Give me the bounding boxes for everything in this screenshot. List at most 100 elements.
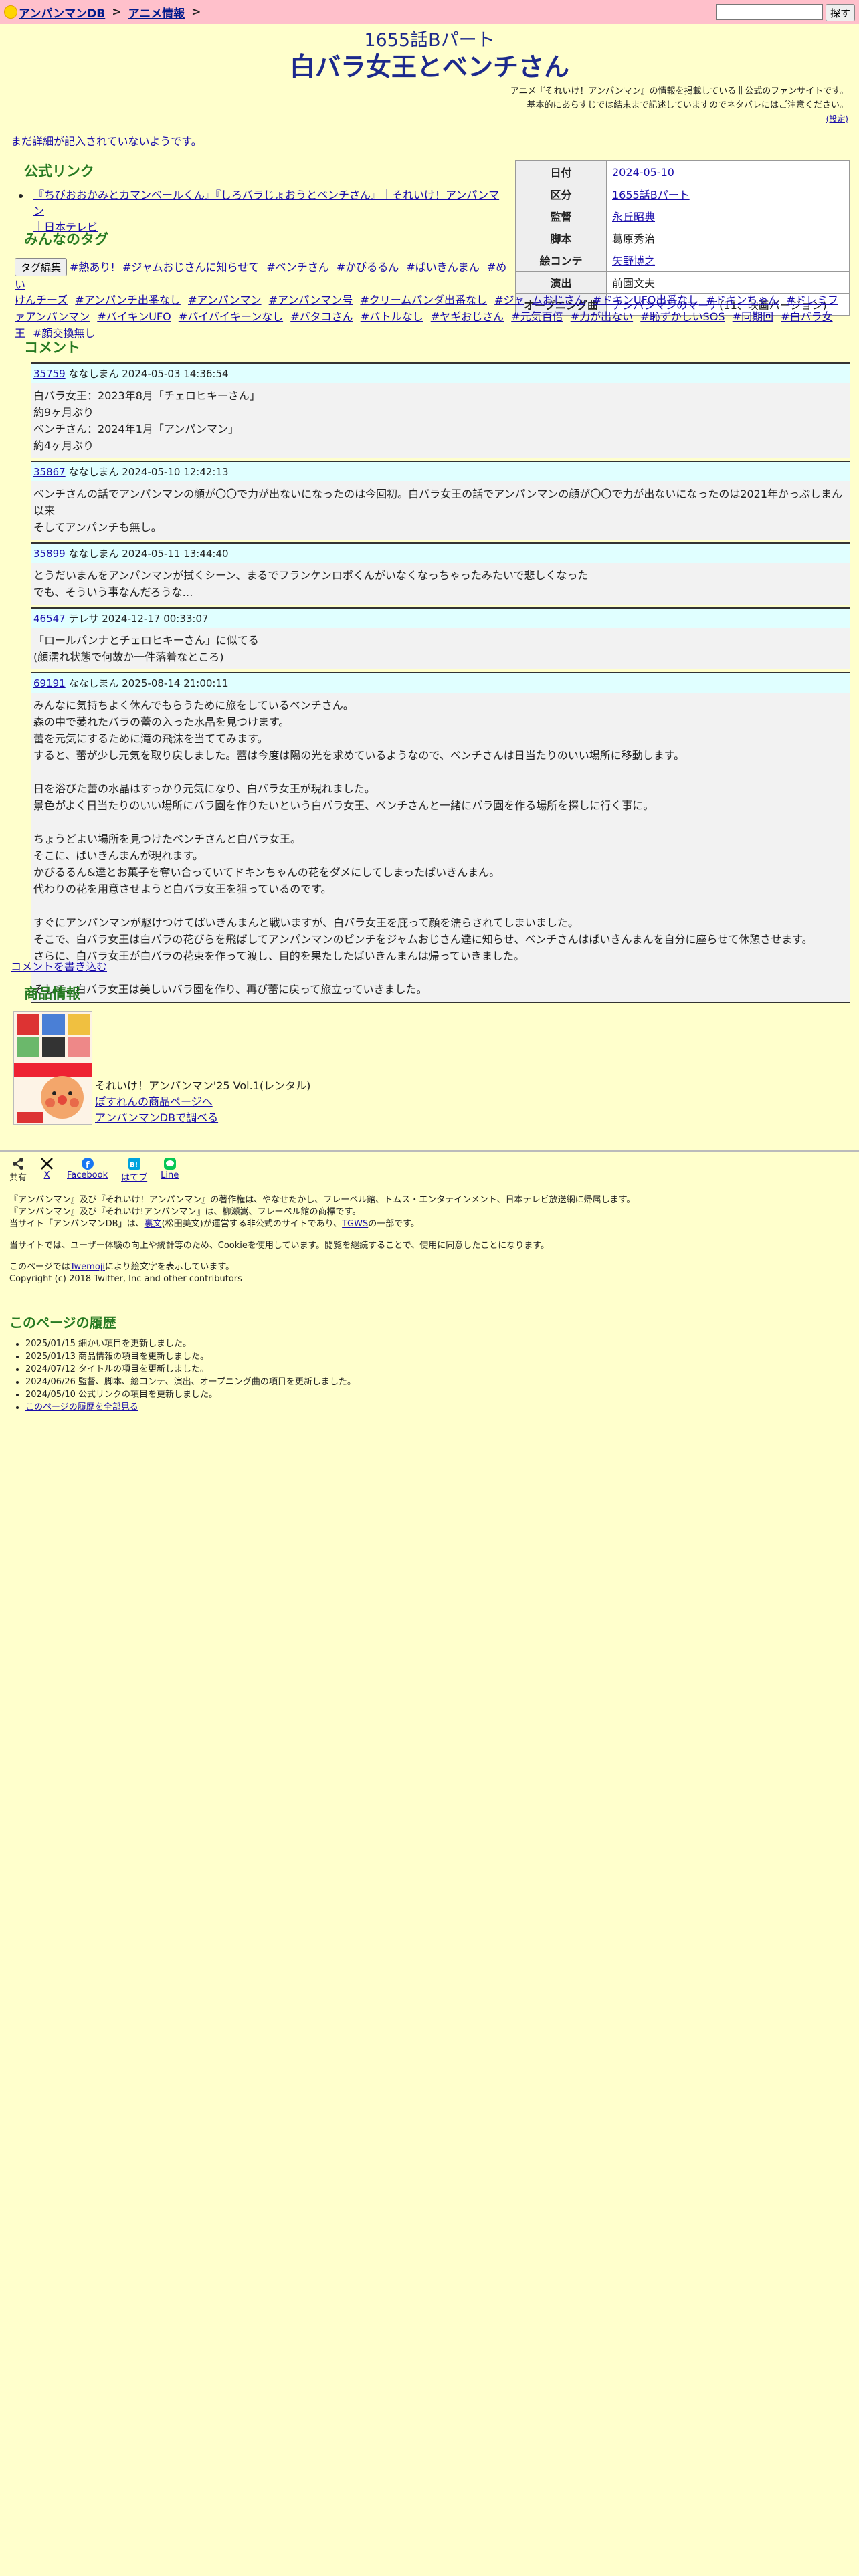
tag-link[interactable]: #ジャムおじさんに知らせて	[122, 261, 259, 274]
footer-trademark: 『アンパンマン』及び『それいけ!アンパンマン』は、柳瀬嵩、フレーベル館の商標です…	[9, 1207, 361, 1217]
comment-item: 69191 ななしまん 2025-08-14 21:00:11 みんなに気持ちよく…	[31, 672, 850, 1003]
hatena-icon: B!	[128, 1158, 140, 1170]
write-comment-link[interactable]: コメントを書き込む	[11, 958, 107, 974]
tag-link[interactable]: #ベンチさん	[266, 261, 328, 274]
share-x-link[interactable]: X	[44, 1170, 50, 1180]
share-icon	[13, 1158, 23, 1170]
tag-link[interactable]: #アンパンチ出番なし	[75, 294, 181, 306]
search-button[interactable]: 探す	[825, 4, 855, 21]
tag-link[interactable]: #恥ずかしいSOS	[640, 310, 725, 323]
comment-id-link[interactable]: 46547	[33, 613, 66, 625]
info-value: 永丘昭典	[606, 205, 850, 227]
tag-link[interactable]: #バトルなし	[361, 310, 423, 323]
info-key: 演出	[515, 271, 607, 294]
share-button[interactable]: 共有	[9, 1157, 27, 1183]
comment-meta: ななしまん 2025-08-14 21:00:11	[68, 677, 229, 689]
footer-twemoji-link[interactable]: Twemoji	[70, 1262, 105, 1272]
search-input[interactable]	[715, 4, 823, 20]
info-value-text: 葛原秀治	[612, 233, 656, 245]
tag-link[interactable]: #クリームパンダ出番なし	[360, 294, 487, 306]
product-name: それいけ！アンパンマン'25 Vol.1(レンタル)	[95, 1079, 311, 1092]
comment-meta: ななしまん 2024-05-10 12:42:13	[68, 466, 229, 478]
breadcrumb-home-link[interactable]: アンパンマンDB	[19, 4, 105, 21]
footer-cookie-notice: 当サイトでは、ユーザー体験の向上や統計等のため、Cookieを使用しています。閲…	[9, 1241, 549, 1251]
product-heading: 商品情報	[24, 986, 80, 1002]
info-value-link[interactable]: 永丘昭典	[612, 211, 655, 223]
episode-title: 白バラ女王とベンチさん	[289, 52, 569, 82]
tags-line-1: タグ編集 #熱あり! #ジャムおじさんに知らせて #ベンチさん #かびるるん #ば…	[15, 258, 510, 293]
tag-link[interactable]: #アンパンマン	[188, 294, 262, 306]
info-key: 日付	[515, 160, 607, 183]
info-value: 2024-05-10	[606, 160, 850, 183]
info-row: 絵コンテ 矢野博之	[515, 249, 850, 272]
tag-link[interactable]: #力が出ない	[571, 310, 633, 323]
notice-line-2: 基本的にあらすじでは結末まで記述していますのでネタバレにはご注意ください。	[527, 100, 848, 110]
unwritten-details-link[interactable]: まだ詳細が記入されていないようです。	[11, 132, 202, 148]
history-item: 2024/06/26 監督、脚本、絵コンテ、演出、オープニング曲の項目を更新しま…	[25, 1376, 356, 1388]
comment-id-link[interactable]: 69191	[33, 677, 66, 689]
tag-link[interactable]: #バイバイキーンなし	[179, 310, 283, 323]
comment-id-link[interactable]: 35867	[33, 466, 66, 478]
tag-link[interactable]: #ドキンUFO出番なし	[593, 294, 698, 306]
official-links-heading: 公式リンク	[24, 163, 94, 179]
share-x-button[interactable]: X	[40, 1157, 54, 1183]
product-store-link[interactable]: ぽすれんの商品ページへ	[95, 1095, 213, 1108]
product-text: それいけ！アンパンマン'25 Vol.1(レンタル) ぽすれんの商品ページへ ア…	[95, 1078, 310, 1126]
comment-meta: テレサ 2024-12-17 00:33:07	[68, 613, 209, 625]
share-hatena-button[interactable]: B! はてブ	[121, 1157, 147, 1183]
product-search-link[interactable]: アンパンマンDBで調べる	[95, 1111, 218, 1124]
info-row: 監督 永丘昭典	[515, 205, 850, 227]
history-item: 2024/07/12 タイトルの項目を更新しました。	[25, 1363, 356, 1376]
info-value-link[interactable]: 2024-05-10	[612, 166, 674, 179]
info-value: 葛原秀治	[606, 227, 850, 249]
share-facebook-button[interactable]: f Facebook	[67, 1157, 108, 1183]
info-row: 演出 前園文夫	[515, 271, 850, 294]
breadcrumb-anime-link[interactable]: アニメ情報	[128, 4, 185, 21]
tag-link[interactable]: #バイキンUFO	[97, 310, 171, 323]
comment-body: みんなに気持ちよく休んでもらうために旅をしているベンチさん。 森の中で萎れたバラ…	[31, 693, 850, 1002]
info-key: 脚本	[515, 227, 607, 249]
footer-site-text: 当サイト「アンパンマンDB」は、	[9, 1219, 145, 1229]
x-logo-icon	[41, 1158, 53, 1170]
breadcrumb-separator: >	[191, 5, 201, 19]
footer-tgws-link[interactable]: TGWS	[342, 1219, 368, 1229]
comment-id-link[interactable]: 35759	[33, 368, 66, 380]
share-line-link[interactable]: Line	[161, 1170, 179, 1180]
share-line-button[interactable]: Line	[161, 1157, 179, 1183]
tag-link[interactable]: #熱あり!	[70, 261, 115, 274]
info-key: 区分	[515, 183, 607, 205]
product-cover-image[interactable]	[13, 1011, 92, 1125]
footer-emoji-text: により絵文字を表示しています。	[105, 1262, 235, 1272]
history-item: 2025/01/13 商品情報の項目を更新しました。	[25, 1350, 356, 1363]
footer-copyright-1: 『アンパンマン』及び『それいけ！アンパンマン』の著作権は、やなせたかし、フレーベ…	[9, 1195, 636, 1205]
tag-link[interactable]: #ジャ	[494, 294, 524, 306]
info-value-link[interactable]: 矢野博之	[612, 255, 655, 267]
official-link[interactable]: 『ちびおおかみとカマンベールくん』『しろバラじょおうとベンチさん』｜それいけ！ア…	[33, 189, 499, 233]
share-hatena-link[interactable]: はてブ	[121, 1170, 147, 1183]
tag-link[interactable]: #バタコさん	[290, 310, 353, 323]
tag-link[interactable]: けんチーズ	[15, 294, 68, 306]
tag-link[interactable]: ムおじさん	[532, 294, 585, 306]
facebook-icon: f	[81, 1158, 94, 1170]
tag-link[interactable]: #ドキンちゃん	[706, 294, 779, 306]
tag-link[interactable]: #かびるるん	[337, 261, 399, 274]
info-row: 日付 2024-05-10	[515, 160, 850, 183]
tag-edit-button[interactable]: タグ編集	[15, 258, 68, 276]
tag-link[interactable]: #ヤギおじさん	[431, 310, 504, 323]
footer-emoji-text: このページでは	[9, 1262, 70, 1272]
breadcrumb-separator: >	[112, 5, 122, 19]
tag-link[interactable]: #ばいきんまん	[406, 261, 479, 274]
share-facebook-link[interactable]: Facebook	[67, 1170, 108, 1180]
footer-author-link[interactable]: 裏文	[145, 1219, 162, 1229]
comment-meta: ななしまん 2024-05-03 14:36:54	[68, 368, 229, 380]
share-bar: 共有 X f Facebook B! はてブ Line	[9, 1157, 179, 1183]
tag-link[interactable]: #同期回	[733, 310, 773, 323]
comment-id-link[interactable]: 35899	[33, 548, 66, 560]
comment-body: 白バラ女王：2023年8月「チェロヒキーさん」 約9ヶ月ぶり ベンチさん：202…	[31, 383, 850, 458]
history-all-link[interactable]: このページの履歴を全部見る	[25, 1402, 138, 1412]
divider	[0, 1150, 859, 1152]
settings-link[interactable]: (設定)	[826, 114, 848, 124]
tag-link[interactable]: #元気百倍	[511, 310, 563, 323]
info-value-link[interactable]: 1655話Bパート	[612, 189, 690, 201]
tag-link[interactable]: #アンパンマン号	[269, 294, 353, 306]
